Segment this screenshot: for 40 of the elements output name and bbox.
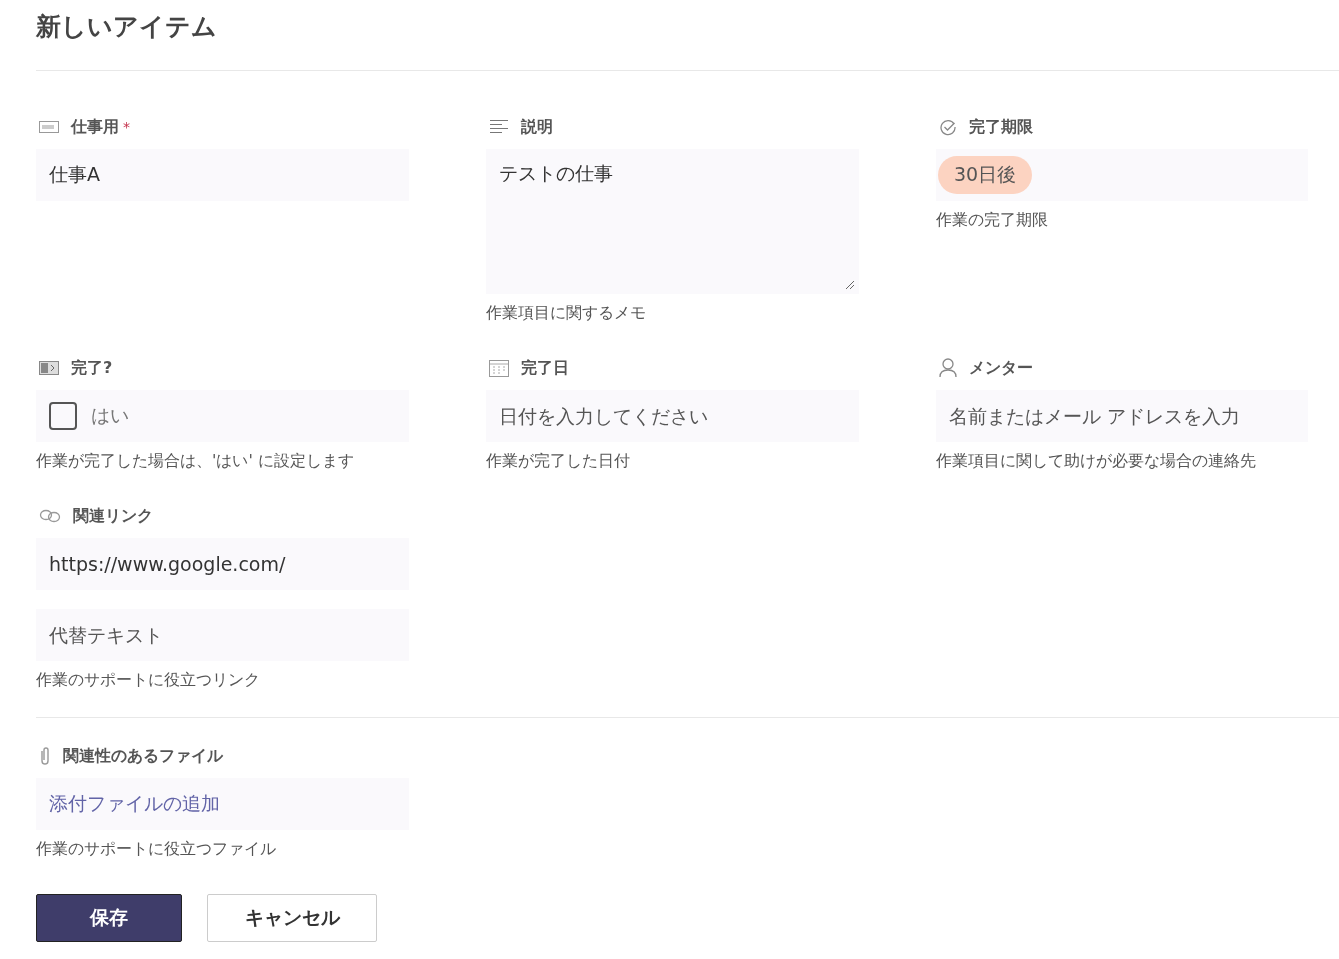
- multiline-input[interactable]: テストの仕事: [486, 149, 859, 294]
- field-label: メンター: [969, 357, 1033, 379]
- url-input[interactable]: https://www.google.com/: [36, 538, 409, 590]
- alt-text-input[interactable]: 代替テキスト: [36, 609, 409, 661]
- check-circle-icon: [939, 118, 957, 136]
- helper-text: 作業が完了した場合は、'はい' に設定します: [36, 451, 354, 472]
- resize-grip-icon[interactable]: [845, 280, 855, 290]
- form-title: 新しいアイテム: [36, 11, 218, 43]
- field-label: 関連性のあるファイル: [63, 745, 223, 767]
- text-field-icon: [39, 121, 59, 133]
- field-label: 説明: [521, 116, 553, 138]
- save-button[interactable]: 保存: [36, 894, 182, 942]
- helper-text: 作業のサポートに役立つリンク: [36, 670, 260, 691]
- link-icon: [39, 509, 61, 523]
- text-input[interactable]: 仕事A: [36, 149, 409, 201]
- calendar-icon: [489, 359, 509, 377]
- date-input[interactable]: 日付を入力してください: [486, 390, 859, 442]
- checkbox-label[interactable]: はい: [91, 403, 129, 429]
- toggle-field-icon: [39, 361, 59, 375]
- cancel-button[interactable]: キャンセル: [207, 894, 377, 942]
- field-label: 仕事用: [71, 116, 119, 138]
- checkbox[interactable]: [49, 402, 77, 430]
- field-label: 関連リンク: [73, 505, 153, 527]
- people-picker-input[interactable]: 名前またはメール アドレスを入力: [936, 390, 1308, 442]
- add-attachment-link[interactable]: 添付ファイルの追加: [49, 791, 220, 817]
- tag-chip[interactable]: 30日後: [938, 156, 1033, 194]
- input-value: テストの仕事: [499, 161, 613, 186]
- helper-text: 作業が完了した日付: [486, 451, 630, 472]
- helper-text: 作業項目に関して助けが必要な場合の連絡先: [936, 451, 1256, 472]
- field-label: 完了日: [521, 357, 569, 379]
- field-label: 完了?: [71, 357, 113, 379]
- tag-field[interactable]: 30日後: [936, 149, 1308, 201]
- helper-text: 作業項目に関するメモ: [486, 303, 646, 324]
- required-asterisk: *: [123, 119, 130, 135]
- field-label: 完了期限: [969, 116, 1033, 138]
- lines-icon: [489, 119, 509, 135]
- person-icon: [939, 358, 957, 378]
- helper-text: 作業の完了期限: [936, 210, 1048, 231]
- helper-text: 作業のサポートに役立つファイル: [36, 839, 276, 860]
- paperclip-icon: [39, 746, 51, 766]
